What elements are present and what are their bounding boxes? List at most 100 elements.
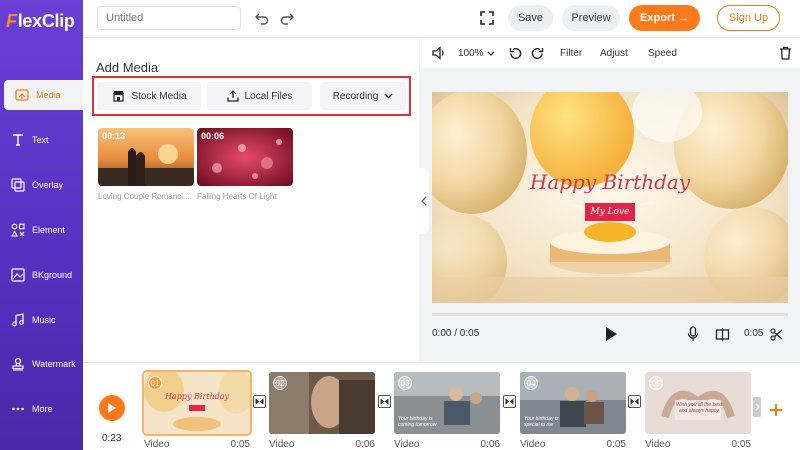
preview-toolbar: 100% Filter Adjust Speed	[420, 38, 800, 68]
filter-button[interactable]: Filter	[560, 38, 582, 68]
thumb-caption: Loving Couple Romanci...	[98, 192, 190, 201]
preview-button[interactable]: Preview	[562, 5, 620, 31]
clip-duration: 0:05	[230, 439, 250, 450]
plus-icon	[770, 404, 782, 416]
clip-text: Happy Birthday	[164, 392, 230, 401]
clip-text: Wish you all the best and always happy	[675, 402, 723, 414]
clip-number: 03	[398, 376, 412, 390]
sidebar: FlexClip Media Text Overlay Element BKgr…	[0, 0, 87, 450]
sidebar-item-music[interactable]: Music	[0, 305, 83, 335]
clip-type: Video	[269, 439, 295, 450]
microphone-icon[interactable]	[684, 325, 702, 343]
timeline: 0:23 Happy Birthday 01 Video 0:05 02 Vid…	[83, 362, 800, 450]
upload-icon	[226, 90, 239, 102]
clip-text: Your birthday is coming tomorrow	[398, 416, 437, 428]
redo-icon[interactable]	[278, 9, 296, 27]
clip-duration: 0:05	[606, 439, 626, 450]
local-files-button[interactable]: Local Files	[207, 82, 312, 110]
playback-progress-bar[interactable]	[432, 313, 788, 316]
zoom-value: 100%	[458, 47, 484, 59]
sidebar-item-label: More	[32, 404, 53, 414]
clip-text: Your birthday is special to me	[524, 416, 559, 428]
recording-label: Recording	[332, 90, 379, 102]
clip-type: Video	[520, 439, 546, 450]
media-thumbnail[interactable]: 00:13	[98, 128, 194, 186]
stock-media-label: Stock Media	[131, 90, 187, 102]
background-icon	[10, 267, 26, 283]
sidebar-item-label: Element	[32, 225, 66, 235]
sidebar-item-watermark[interactable]: Watermark	[0, 349, 83, 379]
transition-icon[interactable]	[253, 395, 266, 408]
clip-type: Video	[394, 439, 420, 450]
timeline-clip[interactable]: Your birthday is coming tomorrow 03	[394, 372, 500, 434]
scissors-icon[interactable]	[767, 325, 785, 343]
adjust-button[interactable]: Adjust	[600, 38, 628, 68]
sidebar-item-more[interactable]: More	[0, 394, 83, 424]
project-title-input[interactable]	[97, 6, 241, 30]
split-screen-icon[interactable]	[713, 325, 731, 343]
clip-tag	[189, 405, 205, 411]
element-icon	[10, 222, 26, 238]
rotate-left-icon[interactable]	[506, 44, 524, 62]
flexclip-logo[interactable]: FlexClip	[6, 10, 78, 32]
sidebar-item-text[interactable]: Text	[0, 125, 83, 155]
undo-icon[interactable]	[253, 9, 271, 27]
add-clip-button[interactable]	[767, 401, 785, 419]
signup-button[interactable]: Sign Up	[717, 5, 780, 31]
timeline-clip[interactable]: Wish you all the best and always happy 0…	[645, 372, 751, 434]
timeline-clip[interactable]: 02	[269, 372, 375, 434]
sidebar-item-label: Watermark	[32, 359, 76, 369]
save-button[interactable]: Save	[508, 5, 553, 31]
panel-title: Add Media	[96, 60, 159, 75]
thumb-caption: Falling Hearts Of Light	[197, 192, 277, 201]
chevron-down-icon	[487, 51, 495, 56]
export-button[interactable]: Export →	[629, 5, 700, 31]
sidebar-item-element[interactable]: Element	[0, 215, 83, 245]
timeline-clip[interactable]: Your birthday is special to me 04	[520, 372, 626, 434]
canvas-tag-text: My Love	[585, 203, 635, 221]
watermark-icon	[10, 356, 26, 372]
thumb-duration: 00:13	[102, 131, 126, 141]
chevron-right-icon	[755, 403, 760, 411]
overlay-icon	[10, 177, 26, 193]
chevron-down-icon	[384, 93, 393, 99]
clip-duration: 0:05	[744, 328, 764, 339]
trash-icon[interactable]	[776, 44, 794, 62]
speed-button[interactable]: Speed	[648, 38, 677, 68]
local-files-label: Local Files	[244, 90, 293, 102]
sidebar-item-label: Overlay	[32, 180, 64, 190]
sidebar-item-overlay[interactable]: Overlay	[0, 170, 83, 200]
media-icon	[14, 87, 30, 103]
clip-number: 04	[524, 376, 538, 390]
fullscreen-icon[interactable]	[478, 9, 496, 27]
more-icon	[10, 401, 26, 417]
sidebar-item-media[interactable]: Media	[4, 80, 87, 110]
clip-type: Video	[144, 439, 170, 450]
thumb-duration: 00:06	[201, 131, 225, 141]
transition-icon[interactable]	[378, 395, 391, 408]
timeline-play-button[interactable]	[99, 395, 125, 421]
canvas-title-text: Happy Birthday	[529, 170, 691, 194]
transition-icon[interactable]	[628, 395, 641, 408]
transition-icon[interactable]	[503, 395, 516, 408]
media-thumbnail[interactable]: 00:06	[197, 128, 293, 186]
zoom-dropdown[interactable]: 100%	[458, 38, 495, 68]
volume-icon[interactable]	[430, 44, 448, 62]
rotate-right-icon[interactable]	[528, 44, 546, 62]
sidebar-item-label: Text	[32, 135, 49, 145]
play-icon[interactable]	[602, 325, 620, 343]
timeline-scroll-right[interactable]	[753, 397, 761, 417]
clip-duration: 0:06	[355, 439, 375, 450]
clip-number: 02	[273, 376, 287, 390]
sidebar-item-label: BKground	[32, 270, 73, 280]
playback-time: 0:00 / 0:05	[432, 328, 480, 339]
stock-media-button[interactable]: Stock Media	[98, 82, 201, 110]
preview-canvas[interactable]: Happy Birthday My Love	[432, 92, 788, 303]
recording-dropdown[interactable]: Recording	[320, 82, 406, 110]
collapse-panel-handle[interactable]	[419, 168, 429, 234]
sidebar-item-background[interactable]: BKground	[0, 260, 83, 290]
timeline-clip[interactable]: Happy Birthday 01	[142, 370, 252, 436]
media-panel: Add Media Stock Media Local Files Record…	[83, 38, 419, 362]
text-icon	[10, 132, 26, 148]
clip-type: Video	[645, 439, 671, 450]
